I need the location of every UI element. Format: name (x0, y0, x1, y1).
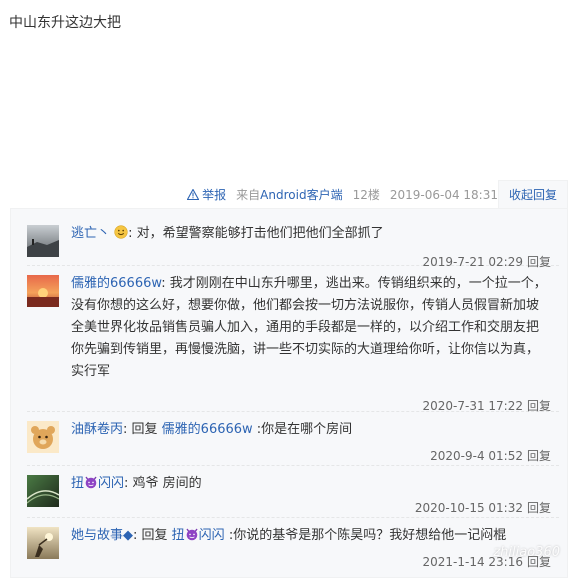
reply-item: 她与故事◆: 回复 扭 闪闪 :你说的基爷是那个陈昊吗？我好想给他一记闷棍 20… (27, 519, 559, 575)
reply-footer: 2020-7-31 17:22 回复 (422, 397, 551, 414)
reply-time: 2020-7-31 17:22 (422, 399, 523, 413)
reply-target-username[interactable]: 扭 闪闪 (172, 528, 225, 543)
warning-icon (187, 189, 200, 200)
smiling-face-icon (114, 225, 128, 239)
avatar[interactable] (27, 527, 59, 559)
username-part: 扭 (71, 476, 85, 491)
separator: : (124, 476, 133, 491)
separator: : (133, 528, 142, 543)
avatar[interactable] (27, 275, 59, 307)
post-content: 中山东升这边大把 (9, 15, 121, 31)
client-source: 来自Android客户端 (236, 186, 342, 203)
avatar[interactable] (27, 225, 59, 257)
reply-button[interactable]: 回复 (527, 501, 551, 515)
reply-text: 对，希望警察能够打击他们把他们全部抓了 (136, 226, 384, 241)
reply-item: 油酥卷丙: 回复 儒雅的66666w :你是在哪个房间 2020-9-4 01:… (27, 413, 559, 466)
reply-username[interactable]: 逃亡丶 (71, 226, 110, 241)
devil-icon (85, 476, 97, 489)
reply-username[interactable]: 她与故事◆ (71, 528, 133, 543)
separator: : (128, 226, 137, 241)
separator: : (123, 422, 132, 437)
reply-username[interactable]: 油酥卷丙 (71, 422, 123, 437)
username-part: 闪闪 (198, 528, 225, 543)
reply-footer: 2020-10-15 01:32 回复 (415, 499, 551, 516)
username-part: 闪闪 (98, 476, 125, 491)
reply-button[interactable]: 回复 (527, 399, 551, 413)
separator: : (161, 276, 170, 291)
post-meta-bar: 举报 来自Android客户端 12楼 2019-06-04 18:31 收起回… (0, 180, 578, 208)
reply-content: 儒雅的66666w: 我才刚刚在中山东升哪里，逃出来。传销组织来的，一个拉一个，… (71, 273, 551, 383)
reply-item: 儒雅的66666w: 我才刚刚在中山东升哪里，逃出来。传销组织来的，一个拉一个，… (27, 267, 559, 414)
reply-username[interactable]: 儒雅的66666w (71, 276, 161, 291)
reply-username[interactable]: 扭 闪闪 (71, 476, 124, 491)
report-link[interactable]: 举报 (187, 186, 226, 203)
avatar[interactable] (27, 475, 59, 507)
reply-content: 她与故事◆: 回复 扭 闪闪 :你说的基爷是那个陈昊吗？我好想给他一记闷棍 (71, 525, 551, 547)
post-datetime: 2019-06-04 18:31 (389, 187, 498, 202)
username-part: 扭 (171, 528, 185, 543)
report-label: 举报 (202, 188, 227, 202)
reply-item: 扭 闪闪: 鸡爷 房间的 2020-10-15 01:32 回复 (27, 467, 559, 518)
client-link[interactable]: Android客户端 (260, 188, 342, 202)
reply-item: 逃亡丶 : 对，希望警察能够打击他们把他们全部抓了 2019-7-21 02:2… (27, 217, 559, 269)
reply-list: 逃亡丶 : 对，希望警察能够打击他们把他们全部抓了 2019-7-21 02:2… (10, 208, 568, 578)
collapse-replies-button[interactable]: 收起回复 (498, 180, 568, 208)
reply-text: :你是在哪个房间 (252, 422, 353, 437)
reply-time: 2020-10-15 01:32 (414, 501, 523, 515)
floor-number: 12楼 (352, 188, 380, 202)
reply-time: 2020-9-4 01:52 (430, 449, 523, 463)
reply-target-username[interactable]: 儒雅的66666w (162, 422, 253, 437)
reply-text: :你说的基爷是那个陈昊吗？我好想给他一记闷棍 (224, 528, 507, 543)
devil-icon (186, 528, 198, 541)
reply-content: 逃亡丶 : 对，希望警察能够打击他们把他们全部抓了 (71, 223, 551, 245)
reply-text: 鸡爷 房间的 (132, 476, 202, 491)
reply-content: 油酥卷丙: 回复 儒雅的66666w :你是在哪个房间 (71, 419, 551, 441)
reply-text: 我才刚刚在中山东升哪里，逃出来。传销组织来的，一个拉一个，没有你想的这么好，想要… (71, 276, 547, 379)
reply-word: 回复 (141, 528, 172, 543)
reply-footer: 2020-9-4 01:52 回复 (430, 447, 551, 464)
reply-content: 扭 闪闪: 鸡爷 房间的 (71, 473, 551, 495)
reply-button[interactable]: 回复 (527, 449, 551, 463)
watermark: zhiliao360 (493, 545, 560, 560)
from-prefix: 来自 (236, 188, 261, 202)
reply-word: 回复 (131, 422, 162, 437)
avatar[interactable] (27, 421, 59, 453)
